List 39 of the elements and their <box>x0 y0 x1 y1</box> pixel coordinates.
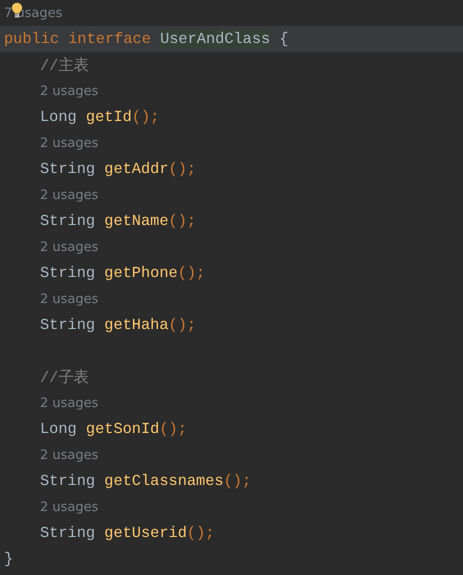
return-type: String <box>40 524 96 542</box>
return-type: String <box>40 212 96 230</box>
method-name: getPhone <box>104 264 178 282</box>
parentheses: (); <box>168 160 196 178</box>
keyword: public interface <box>4 30 151 48</box>
method-name: getName <box>104 212 169 230</box>
method-name: getClassnames <box>104 472 224 490</box>
code-comment: //子表 <box>40 368 88 388</box>
usages-hint[interactable]: 2 usages <box>4 448 98 462</box>
parentheses: (); <box>168 212 196 230</box>
method-name: getUserid <box>104 524 187 542</box>
method-name: getAddr <box>104 160 169 178</box>
usages-hint[interactable]: 2 usages <box>4 84 98 98</box>
brace: { <box>279 30 289 48</box>
parentheses: (); <box>186 524 214 542</box>
parentheses: (); <box>132 108 160 126</box>
class-name: UserAndClass <box>160 30 270 48</box>
parentheses: (); <box>168 316 196 334</box>
method-name: getHaha <box>104 316 169 334</box>
code-comment: //主表 <box>40 56 88 76</box>
return-type: String <box>40 160 96 178</box>
usages-hint[interactable]: 2 usages <box>4 240 98 254</box>
method-name: getId <box>86 108 132 126</box>
return-type: String <box>40 472 96 490</box>
method-name: getSonId <box>86 420 160 438</box>
usages-hint[interactable]: 2 usages <box>4 396 98 410</box>
return-type: String <box>40 264 96 282</box>
usages-hint[interactable]: 2 usages <box>4 136 98 150</box>
brace: } <box>4 550 14 568</box>
parentheses: (); <box>224 472 252 490</box>
parentheses: (); <box>159 420 187 438</box>
usages-hint[interactable]: 7 usages <box>4 6 62 20</box>
return-type: Long <box>40 108 77 126</box>
return-type: String <box>40 316 96 334</box>
parentheses: (); <box>178 264 206 282</box>
usages-hint[interactable]: 2 usages <box>4 292 98 306</box>
usages-hint[interactable]: 2 usages <box>4 188 98 202</box>
usages-hint[interactable]: 2 usages <box>4 500 98 514</box>
return-type: Long <box>40 420 77 438</box>
